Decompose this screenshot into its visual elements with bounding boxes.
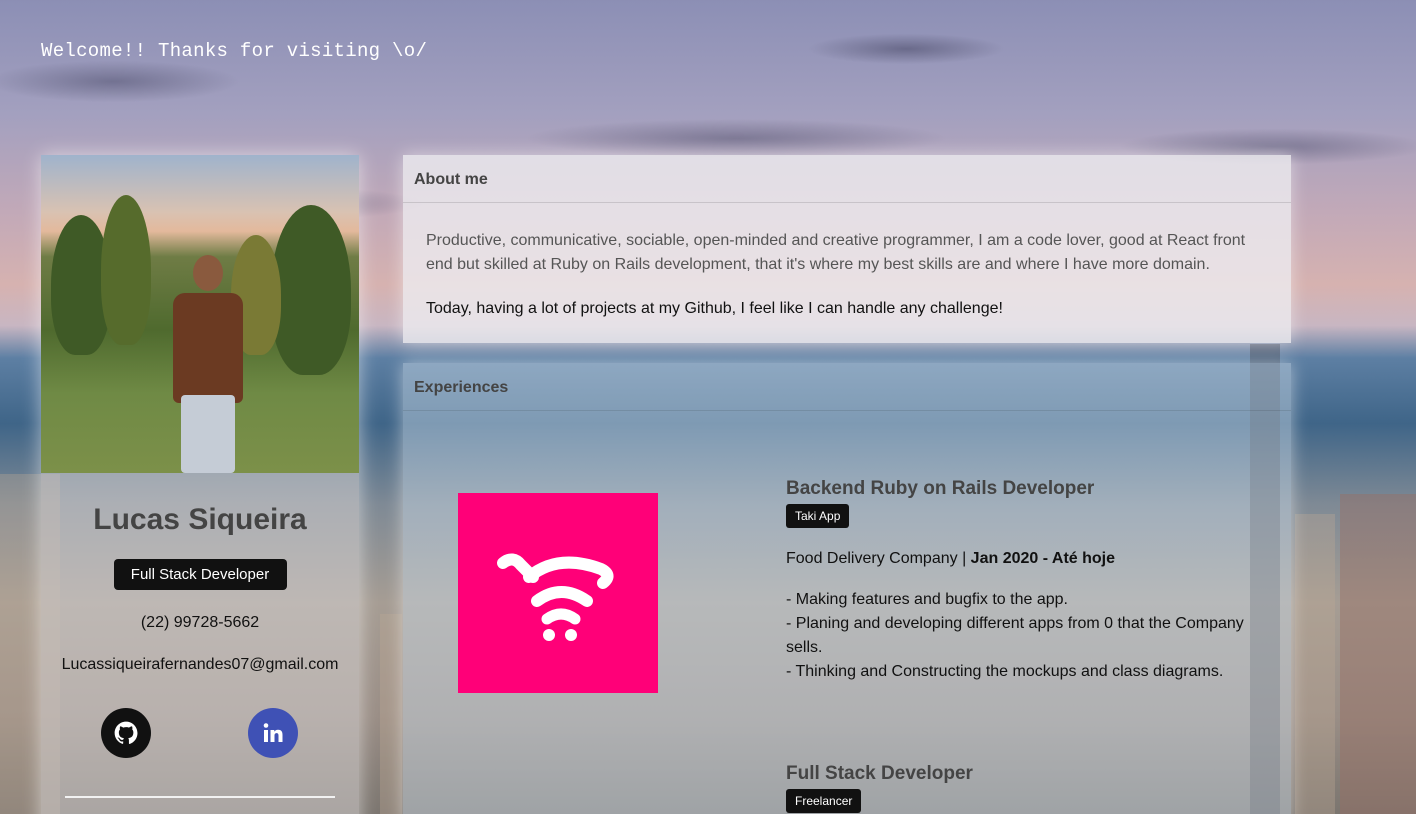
about-paragraph-1: Productive, communicative, sociable, ope… [426, 232, 1246, 273]
job-entry: Full Stack Developer Freelancer [786, 763, 1266, 813]
job-company-tag: Freelancer [786, 789, 862, 813]
job-company-line: Food Delivery Company | Jan 2020 - Até h… [786, 550, 1266, 568]
about-panel: About me Productive, communicative, soci… [403, 155, 1291, 343]
wifi-delivery-icon [497, 553, 614, 641]
linkedin-link[interactable] [248, 708, 298, 758]
job-description-line: - Thinking and Constructing the mockups … [786, 663, 1224, 680]
taki-app-logo [458, 493, 658, 693]
profile-divider [65, 796, 335, 798]
welcome-message: Welcome!! Thanks for visiting \o/ [41, 40, 428, 62]
profile-name: Lucas Siqueira [93, 503, 307, 536]
email-address: Lucassiqueirafernandes07@gmail.com [61, 656, 339, 673]
job-description-line: - Making features and bugfix to the app. [786, 591, 1068, 608]
phone-number: (22) 99728-5662 [140, 614, 260, 631]
profile-photo [41, 155, 359, 473]
github-link[interactable] [101, 708, 151, 758]
job-company: Food Delivery Company | [786, 550, 971, 567]
social-links [41, 708, 359, 760]
role-badge: Full Stack Developer [113, 559, 287, 590]
about-paragraph-2: Today, having a lot of projects at my Gi… [426, 300, 1003, 317]
job-title: Full Stack Developer [786, 763, 973, 784]
job-description: - Making features and bugfix to the app.… [786, 588, 1266, 684]
job-entry: Backend Ruby on Rails Developer Taki App… [786, 478, 1266, 684]
job-company-tag: Taki App [786, 504, 850, 528]
linkedin-icon [263, 723, 283, 742]
profile-card: Lucas Siqueira Full Stack Developer (22)… [41, 155, 359, 814]
experiences-panel: Experiences Backend Ruby on Rails Develo… [403, 363, 1291, 814]
github-icon [114, 721, 138, 744]
job-title: Backend Ruby on Rails Developer [786, 478, 1095, 499]
experiences-title: Experiences [403, 363, 1291, 411]
about-title: About me [403, 155, 1291, 203]
job-period: Jan 2020 - Até hoje [970, 550, 1116, 567]
job-description-line: - Planing and developing different apps … [786, 615, 1244, 656]
